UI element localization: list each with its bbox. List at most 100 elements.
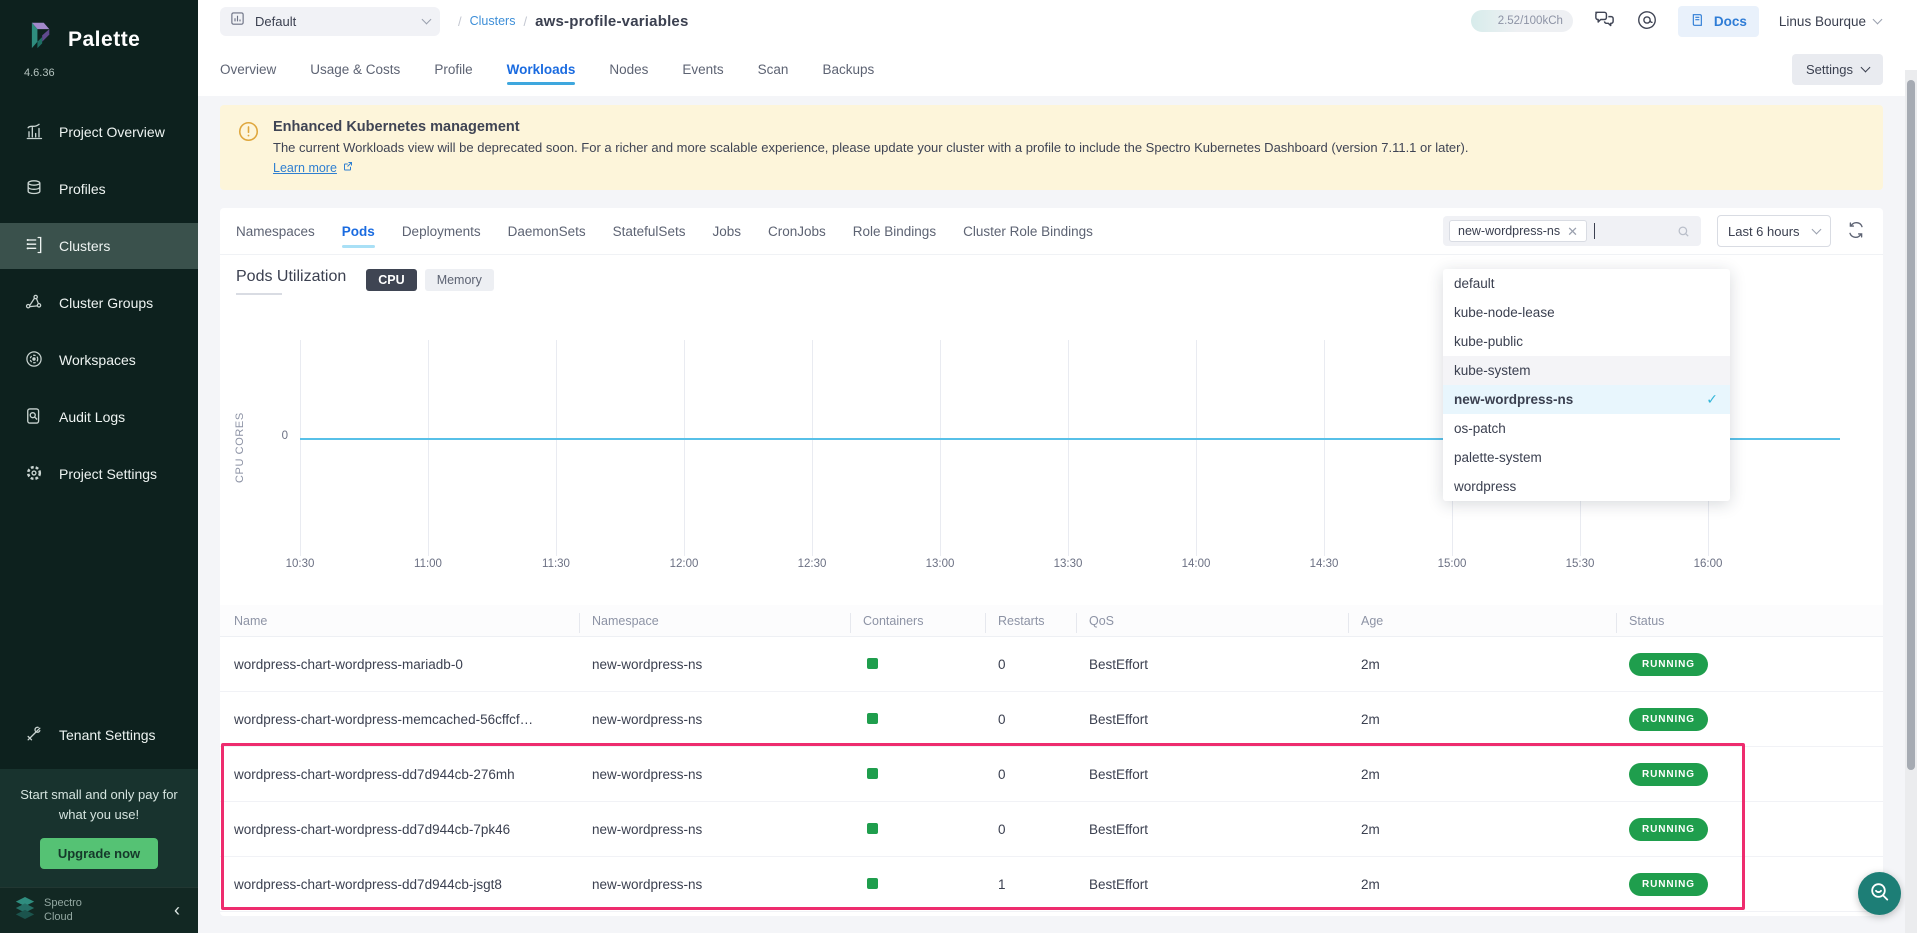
table-row[interactable]: wordpress-chart-wordpress-mariadb-0 new-… bbox=[220, 637, 1883, 692]
external-link-icon bbox=[342, 160, 354, 175]
workloads-subtab[interactable]: DaemonSets bbox=[508, 208, 586, 254]
namespace-option[interactable]: kube-node-lease ✓ bbox=[1443, 298, 1730, 327]
breadcrumb-current-cluster: aws-profile-variables bbox=[535, 13, 688, 30]
namespace-option[interactable]: palette-system ✓ bbox=[1443, 443, 1730, 472]
chart-title: Pods Utilization bbox=[236, 268, 346, 295]
brand-row: Palette bbox=[0, 0, 198, 63]
container-status-square bbox=[867, 768, 878, 779]
workloads-subtab[interactable]: Pods bbox=[342, 208, 375, 254]
workloads-subtab[interactable]: Cluster Role Bindings bbox=[963, 208, 1093, 254]
cluster-tabs: Overview Usage & Costs Profile Workloads… bbox=[220, 42, 874, 96]
support-chat-button[interactable] bbox=[1858, 872, 1901, 915]
workloads-subtab[interactable]: Jobs bbox=[712, 208, 741, 254]
scrollbar-track[interactable] bbox=[1905, 70, 1917, 933]
restarts-cell: 0 bbox=[998, 767, 1089, 782]
x-tick-label: 12:30 bbox=[784, 558, 840, 570]
chart-mode-button[interactable]: CPU bbox=[366, 269, 416, 291]
sidebar-item-project-overview[interactable]: Project Overview bbox=[0, 109, 198, 155]
refresh-button[interactable] bbox=[1847, 221, 1865, 242]
namespace-option[interactable]: os-patch ✓ bbox=[1443, 414, 1730, 443]
gridline bbox=[684, 340, 685, 556]
gridline bbox=[812, 340, 813, 556]
remove-chip-icon[interactable]: ✕ bbox=[1567, 225, 1578, 238]
footer-brand-line2: Cloud bbox=[44, 911, 73, 923]
table-row[interactable]: wordpress-chart-wordpress-dd7d944cb-jsgt… bbox=[220, 857, 1883, 912]
workloads-subtab[interactable]: Namespaces bbox=[236, 208, 315, 254]
age-cell: 2m bbox=[1361, 877, 1629, 892]
gridline bbox=[556, 340, 557, 556]
help-at-icon bbox=[1636, 9, 1658, 34]
cluster-tab[interactable]: Nodes bbox=[609, 42, 648, 96]
breadcrumb: / Clusters / aws-profile-variables bbox=[458, 13, 689, 30]
workloads-subtab[interactable]: Deployments bbox=[402, 208, 481, 254]
sidebar-item-audit-logs[interactable]: Audit Logs bbox=[0, 394, 198, 440]
column-header-namespace[interactable]: Namespace bbox=[592, 614, 863, 628]
sidebar-item-clusters[interactable]: Clusters bbox=[0, 223, 198, 269]
column-header-name[interactable]: Name bbox=[234, 614, 592, 628]
workloads-subtab[interactable]: CronJobs bbox=[768, 208, 826, 254]
sidebar: Palette 4.6.36 Project Overview Profiles bbox=[0, 0, 198, 933]
column-header-containers[interactable]: Containers bbox=[863, 614, 998, 628]
namespace-option[interactable]: kube-public ✓ bbox=[1443, 327, 1730, 356]
docs-button[interactable]: Docs bbox=[1678, 6, 1759, 37]
chart-header: Pods Utilization CPU Memory bbox=[236, 268, 494, 295]
network-icon bbox=[24, 292, 44, 315]
cluster-tab[interactable]: Profile bbox=[434, 42, 472, 96]
table-row[interactable]: wordpress-chart-wordpress-memcached-56cf… bbox=[220, 692, 1883, 747]
namespace-filter-input[interactable]: new-wordpress-ns ✕ bbox=[1443, 216, 1701, 246]
tools-icon bbox=[24, 724, 44, 747]
cluster-tab[interactable]: Overview bbox=[220, 42, 276, 96]
table-row[interactable]: wordpress-chart-wordpress-dd7d944cb-7pk4… bbox=[220, 802, 1883, 857]
cluster-tab[interactable]: Backups bbox=[822, 42, 874, 96]
content-area: Enhanced Kubernetes management The curre… bbox=[198, 96, 1917, 916]
chevron-down-icon bbox=[1873, 15, 1883, 25]
qos-cell: BestEffort bbox=[1089, 877, 1361, 892]
settings-button[interactable]: Settings bbox=[1792, 54, 1883, 85]
learn-more-link[interactable]: Learn more bbox=[273, 160, 354, 175]
user-menu[interactable]: Linus Bourque bbox=[1779, 14, 1881, 29]
sidebar-item-project-settings[interactable]: Project Settings bbox=[0, 451, 198, 497]
containers-cell bbox=[863, 822, 998, 837]
namespace-option[interactable]: new-wordpress-ns ✓ bbox=[1443, 385, 1730, 414]
sidebar-item-profiles[interactable]: Profiles bbox=[0, 166, 198, 212]
namespace-option[interactable]: wordpress ✓ bbox=[1443, 472, 1730, 501]
column-header-qos[interactable]: QoS bbox=[1089, 614, 1361, 628]
column-header-age[interactable]: Age bbox=[1361, 614, 1629, 628]
sidebar-item-cluster-groups[interactable]: Cluster Groups bbox=[0, 280, 198, 326]
help-button[interactable] bbox=[1636, 9, 1658, 34]
cluster-tab[interactable]: Usage & Costs bbox=[310, 42, 400, 96]
namespace-option[interactable]: default ✓ bbox=[1443, 269, 1730, 298]
upgrade-now-button[interactable]: Upgrade now bbox=[40, 838, 158, 869]
top-right-controls: 2.52/100kCh bbox=[1471, 6, 1881, 37]
namespace-option[interactable]: kube-system ✓ bbox=[1443, 356, 1730, 385]
time-range-select[interactable]: Last 6 hours bbox=[1717, 215, 1831, 247]
x-tick-label: 13:00 bbox=[912, 558, 968, 570]
workloads-subtab-bar: Namespaces Pods Deployments DaemonSets S… bbox=[220, 208, 1883, 255]
spectro-cloud-logo bbox=[14, 896, 36, 925]
docs-label: Docs bbox=[1714, 14, 1747, 29]
sidebar-item-tenant-settings[interactable]: Tenant Settings bbox=[0, 712, 198, 758]
cluster-tab[interactable]: Scan bbox=[758, 42, 789, 96]
collapse-sidebar-icon[interactable]: ‹ bbox=[174, 900, 180, 921]
table-row[interactable]: wordpress-chart-wordpress-dd7d944cb-276m… bbox=[220, 747, 1883, 802]
x-tick-label: 15:00 bbox=[1424, 558, 1480, 570]
bar-chart-icon bbox=[24, 121, 44, 144]
chart-mode-button[interactable]: Memory bbox=[425, 269, 494, 291]
feedback-chat-button[interactable] bbox=[1593, 8, 1616, 34]
containers-cell bbox=[863, 767, 998, 782]
column-header-status[interactable]: Status bbox=[1629, 614, 1883, 628]
sidebar-item-workspaces[interactable]: Workspaces bbox=[0, 337, 198, 383]
pod-name-cell: wordpress-chart-wordpress-dd7d944cb-7pk4… bbox=[234, 822, 592, 837]
breadcrumb-clusters-link[interactable]: Clusters bbox=[470, 14, 516, 28]
restarts-cell: 1 bbox=[998, 877, 1089, 892]
cluster-tab[interactable]: Events bbox=[682, 42, 723, 96]
project-selector[interactable]: Default bbox=[220, 7, 440, 36]
scrollbar-thumb[interactable] bbox=[1907, 80, 1915, 770]
workloads-subtab[interactable]: Role Bindings bbox=[853, 208, 936, 254]
namespace-cell: new-wordpress-ns bbox=[592, 712, 863, 727]
qos-cell: BestEffort bbox=[1089, 712, 1361, 727]
cluster-tab[interactable]: Workloads bbox=[507, 42, 576, 96]
settings-label: Settings bbox=[1806, 62, 1853, 77]
workloads-subtab[interactable]: StatefulSets bbox=[613, 208, 686, 254]
text-cursor bbox=[1594, 223, 1595, 239]
